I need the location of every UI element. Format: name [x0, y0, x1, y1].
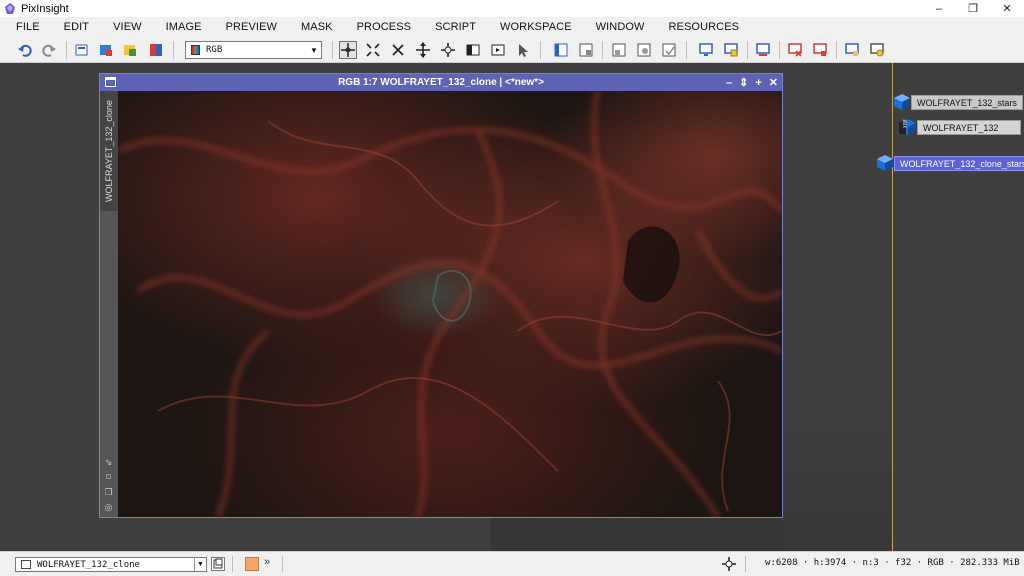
close-all-icon[interactable]	[811, 41, 829, 59]
view-icon-wolfrayet-clone-stars[interactable]: WOLFRAYET_132_clone_stars	[876, 154, 1024, 172]
pointer-icon[interactable]	[514, 41, 532, 59]
zoom-fit-icon[interactable]	[364, 41, 382, 59]
menu-bar: FILE EDIT VIEW IMAGE PREVIEW MASK PROCES…	[0, 17, 1024, 37]
image-info-readout: w:6208 · h:3974 · n:3 · f32 · RGB · 282.…	[765, 558, 1024, 568]
view-icon-wolfrayet-stars[interactable]: WOLFRAYET_132_stars	[893, 93, 1023, 111]
view-selector[interactable]: WOLFRAYET_132_clone ▼	[15, 557, 207, 572]
redo-icon[interactable]	[40, 41, 58, 59]
menu-workspace[interactable]: WORKSPACE	[488, 21, 584, 33]
restore-button[interactable]: ❐	[956, 0, 990, 17]
close-button[interactable]: ✕	[990, 0, 1024, 17]
view-id-label: WOLFRAYET_132_clone	[104, 100, 115, 202]
color-swatch-button[interactable]	[245, 557, 259, 571]
explorer-window-icon[interactable]	[552, 41, 570, 59]
menu-mask[interactable]: MASK	[289, 21, 345, 33]
history-window-icon[interactable]	[577, 41, 595, 59]
edit-preview-icon[interactable]	[489, 41, 507, 59]
menu-edit[interactable]: EDIT	[52, 21, 101, 33]
color-space-label: RGB	[206, 45, 223, 55]
fullscreen-icon[interactable]	[868, 41, 886, 59]
view-icon-label: WOLFRAYET_132_stars	[911, 94, 1023, 110]
window-controls: – ❐ ✕	[922, 0, 1024, 17]
view-icon-label: WOLFRAYET_132	[917, 119, 1021, 135]
minimize-icon[interactable]: –	[726, 77, 732, 89]
new-image-icon[interactable]	[73, 41, 91, 59]
clone-icon[interactable]: ❐	[103, 487, 114, 498]
xisf-file-icon: XISF	[899, 118, 917, 136]
save-image-icon[interactable]	[121, 41, 139, 59]
close-icon[interactable]: ✕	[769, 76, 778, 89]
maximize-icon[interactable]: +	[755, 77, 761, 89]
app-titlebar: PixInsight – ❐ ✕	[0, 0, 1024, 17]
crosshair-icon[interactable]: ⌑	[103, 472, 114, 483]
cube-icon	[876, 154, 894, 172]
stf-icon[interactable]	[722, 41, 740, 59]
settings-icon[interactable]: ◎	[103, 502, 114, 513]
app-title: PixInsight	[21, 2, 69, 15]
pixinsight-logo-icon	[4, 2, 16, 15]
mask-invert-icon[interactable]	[635, 41, 653, 59]
workspace-guide-line	[892, 63, 893, 551]
xisf-badge: XISF	[903, 119, 908, 128]
resize-icon[interactable]: ⇘	[103, 457, 114, 468]
menu-file[interactable]: FILE	[0, 21, 52, 33]
image-container-icon[interactable]	[147, 41, 165, 59]
image-window-titlebar[interactable]: RGB 1:7 WOLFRAYET_132_clone | <*new*> – …	[100, 74, 782, 91]
menu-view[interactable]: VIEW	[101, 21, 154, 33]
preview-mode-icon[interactable]	[464, 41, 482, 59]
menu-image[interactable]: IMAGE	[154, 21, 214, 33]
color-space-select[interactable]: RGB ▼	[185, 41, 322, 59]
window-icon	[21, 560, 31, 569]
image-window-title: RGB 1:7 WOLFRAYET_132_clone | <*new*>	[338, 77, 544, 88]
minimize-button[interactable]: –	[922, 0, 956, 17]
mask-show-icon[interactable]	[610, 41, 628, 59]
close-view-icon[interactable]	[786, 41, 804, 59]
more-options-icon[interactable]: »	[264, 556, 270, 568]
main-toolbar: RGB ▼	[0, 37, 1024, 63]
image-window[interactable]: RGB 1:7 WOLFRAYET_132_clone | <*new*> – …	[99, 73, 783, 518]
crosshair-readout-icon[interactable]	[720, 555, 738, 573]
view-id-tab[interactable]: WOLFRAYET_132_clone	[100, 91, 118, 211]
cube-icon	[893, 93, 911, 111]
window-menu-icon[interactable]	[105, 77, 116, 87]
shade-icon[interactable]: ⇕	[739, 76, 748, 89]
menu-preview[interactable]: PREVIEW	[214, 21, 289, 33]
menu-window[interactable]: WINDOW	[584, 21, 657, 33]
chevron-down-icon: ▼	[194, 558, 206, 571]
undo-icon[interactable]	[16, 41, 34, 59]
menu-script[interactable]: SCRIPT	[423, 21, 488, 33]
nebula-image	[118, 91, 782, 517]
status-bar: WOLFRAYET_132_clone ▼ » w:6208 · h:3974 …	[0, 551, 1024, 576]
preview-window-icon[interactable]	[843, 41, 861, 59]
menu-resources[interactable]: RESOURCES	[657, 21, 752, 33]
image-canvas[interactable]	[118, 91, 782, 517]
mask-enable-icon[interactable]	[660, 41, 678, 59]
zoom-in-icon[interactable]	[389, 41, 407, 59]
image-window-sidebar: WOLFRAYET_132_clone ⇘ ⌑ ❐ ◎	[100, 91, 118, 517]
rgb-swatch-icon	[191, 45, 200, 55]
view-explorer-button[interactable]	[211, 557, 225, 571]
open-image-icon[interactable]	[97, 41, 115, 59]
menu-process[interactable]: PROCESS	[345, 21, 424, 33]
view-selector-label: WOLFRAYET_132_clone	[37, 559, 140, 570]
view-icon-wolfrayet[interactable]: XISF WOLFRAYET_132	[899, 118, 1021, 136]
readout-icon[interactable]	[439, 41, 457, 59]
pan-mode-icon[interactable]	[339, 41, 357, 59]
chevron-down-icon: ▼	[310, 45, 318, 55]
screen-transfer-icon[interactable]	[754, 41, 772, 59]
monitor-icon[interactable]	[697, 41, 715, 59]
view-icon-label: WOLFRAYET_132_clone_stars	[894, 155, 1024, 171]
move-icon[interactable]	[414, 41, 432, 59]
